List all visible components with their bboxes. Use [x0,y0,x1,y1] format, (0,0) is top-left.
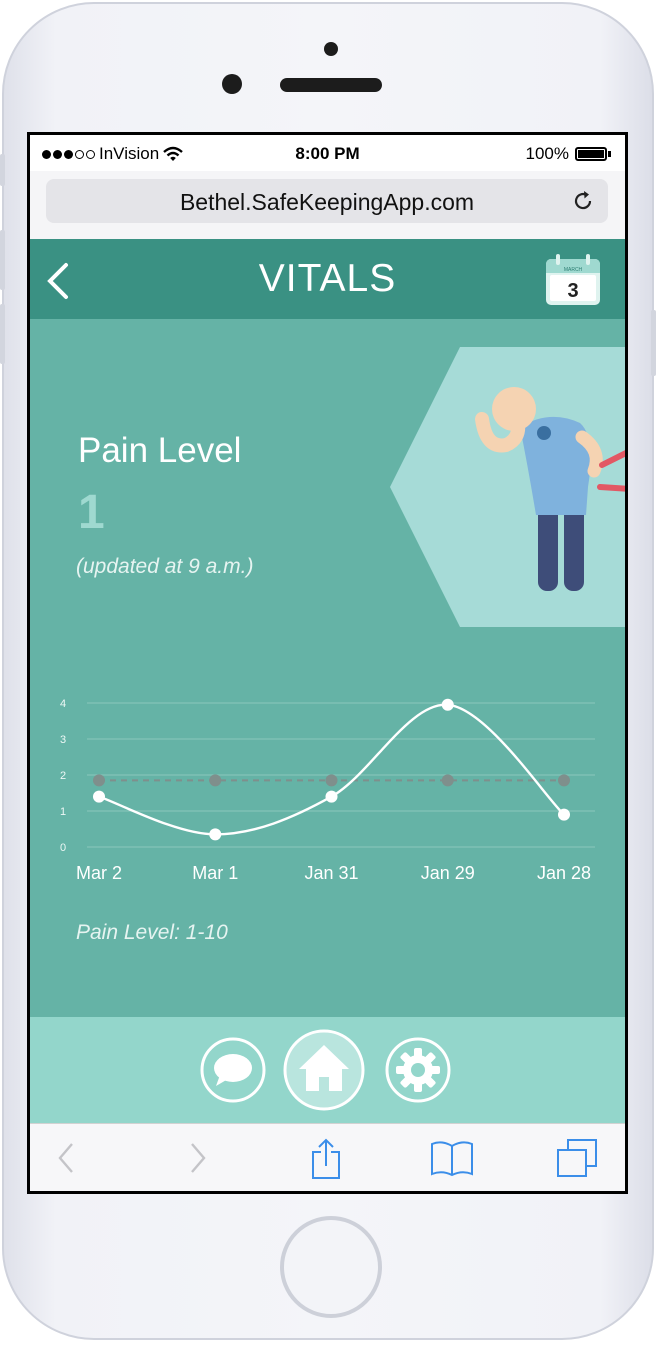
x-tick-label: Mar 1 [192,863,238,883]
calendar-icon[interactable]: MARCH 3 [544,253,602,307]
dashed-series-point [209,774,222,787]
pain-illustration [390,347,625,627]
tabs-icon[interactable] [556,1138,598,1178]
mute-switch [0,154,5,186]
battery-percent: 100% [525,144,569,163]
y-tick-label: 0 [60,842,66,854]
home-icon[interactable] [283,1029,365,1111]
calendar-day: 3 [567,280,578,302]
calendar-month: MARCH [564,267,583,273]
x-tick-label: Jan 31 [304,863,358,883]
address-bar[interactable]: Bethel.SafeKeepingApp.com [46,179,608,223]
screen-content: InVision 8:00 PM 100% Bethel.SafeKeeping… [30,135,625,1191]
share-icon[interactable] [310,1138,342,1180]
y-tick-label: 4 [60,698,66,710]
browser-address-area: Bethel.SafeKeepingApp.com [30,171,625,240]
battery-indicator: 100% [526,144,611,164]
vital-value: 1 [78,486,105,539]
pain-level-chart: 0 1 2 3 4 Mar 2 Mar 1 Jan 31 Jan 29 Jan 28 [60,698,595,883]
chat-icon[interactable] [200,1037,266,1103]
vitals-screen: VITALS MARCH 3 Pain Level 1 (updated at … [30,239,625,1017]
bottom-nav [30,1017,625,1123]
url-text[interactable]: Bethel.SafeKeepingApp.com [46,189,608,216]
scale-note: Pain Level: 1-10 [76,921,228,944]
x-tick-label: Jan 28 [537,863,591,883]
page-title: VITALS [258,257,397,300]
phone-screen: InVision 8:00 PM 100% Bethel.SafeKeeping… [27,132,628,1194]
earpiece-speaker [280,78,382,92]
dashed-series-point [558,774,570,787]
pain-series-point [441,698,454,711]
volume-down-button [0,304,5,364]
y-tick-label: 2 [60,770,66,782]
x-tick-label: Mar 2 [76,863,122,883]
pain-series-point [209,828,222,841]
app-header: VITALS MARCH 3 [30,239,625,319]
dashed-series-point [441,774,454,787]
pain-series-point [93,790,105,803]
pain-series-point [558,808,570,821]
proximity-sensor [324,42,338,56]
x-tick-label: Jan 29 [421,863,475,883]
status-bar: InVision 8:00 PM 100% [30,135,625,171]
battery-icon [575,147,607,161]
volume-up-button [0,230,5,290]
y-tick-label: 1 [60,806,66,818]
dashed-series-point [93,774,105,787]
home-button[interactable] [280,1216,382,1318]
dashed-series-point [325,774,338,787]
bookmarks-icon[interactable] [430,1138,474,1178]
pain-series-line [98,703,565,836]
forward-icon[interactable] [186,1138,210,1178]
power-button [651,310,656,376]
vital-updated-time: (updated at 9 a.m.) [76,555,254,578]
reload-icon[interactable] [570,188,596,214]
pain-series-point [325,790,338,803]
y-tick-label: 3 [60,734,66,746]
vital-name: Pain Level [78,431,242,470]
gear-icon[interactable] [385,1037,451,1103]
front-camera [222,74,242,94]
back-icon[interactable] [54,1138,78,1178]
browser-toolbar [30,1123,625,1191]
